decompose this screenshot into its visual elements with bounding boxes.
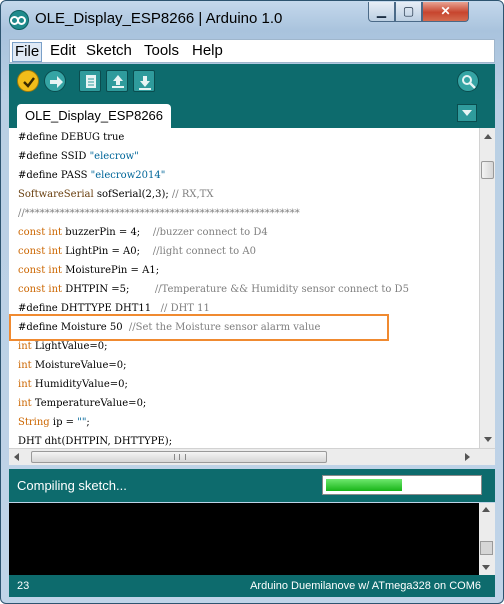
footer-bar: 23 Arduino Duemilanove w/ ATmega328 on C… [9,575,495,597]
vertical-scroll-thumb[interactable] [481,161,494,179]
code-line[interactable]: //**************************************… [18,205,300,223]
scroll-right-icon[interactable] [465,453,470,461]
console-scroll-up-icon[interactable] [482,507,490,512]
code-editor[interactable]: #define DEBUG true #define SSID "elecrow"… [9,128,479,448]
code-line[interactable]: const int LightPin = A0; //light connect… [18,243,256,261]
window-title: OLE_Display_ESP8266 | Arduino 1.0 [35,10,283,27]
board-info: Arduino Duemilanove w/ ATmega328 on COM6 [250,580,481,592]
scroll-up-icon[interactable] [481,130,495,144]
serial-monitor-icon[interactable] [457,70,479,92]
code-line[interactable]: const int DHTPIN =5; //Temperature && Hu… [18,281,409,299]
code-line[interactable]: #define SSID "elecrow" [18,148,139,166]
code-line[interactable]: int HumidityValue=0; [18,376,128,394]
progress-fill [326,479,402,491]
maximize-button[interactable]: ▢ [395,2,422,22]
open-icon[interactable] [106,70,128,92]
minimize-button[interactable]: ▁ [368,2,395,22]
scroll-down-icon[interactable] [481,432,495,446]
toolbar [9,64,495,98]
arduino-logo-icon [9,10,29,30]
menu-sketch[interactable]: Sketch [84,42,134,60]
console-scroll-thumb[interactable] [480,541,493,555]
code-line[interactable]: DHT dht(DHTPIN, DHTTYPE); [18,433,172,448]
menu-edit[interactable]: Edit [48,42,78,60]
menu-tools[interactable]: Tools [142,42,181,60]
code-line[interactable]: String ip = ""; [18,414,90,432]
menu-help[interactable]: Help [190,42,225,60]
menu-bar: File Edit Sketch Tools Help [9,39,495,63]
save-icon[interactable] [133,70,155,92]
menu-file[interactable]: File [12,42,43,62]
tab-menu-arrow-icon[interactable] [457,104,477,122]
code-line[interactable]: int TemperatureValue=0; [18,395,146,413]
editor-horizontal-scrollbar[interactable] [9,448,495,465]
console-output[interactable] [9,503,495,575]
upload-icon[interactable] [44,70,66,92]
close-button[interactable]: ✕ [422,2,469,22]
code-line[interactable]: int MoistureValue=0; [18,357,127,375]
status-message: Compiling sketch... [17,478,127,493]
code-line[interactable]: #define DEBUG true [18,129,124,147]
editor-vertical-scrollbar[interactable] [479,128,495,448]
compile-progress-bar [322,475,482,495]
highlight-annotation [9,314,389,341]
verify-icon[interactable] [17,70,39,92]
new-icon[interactable] [79,70,101,92]
code-line[interactable]: const int buzzerPin = 4; //buzzer connec… [18,224,268,242]
title-bar: OLE_Display_ESP8266 | Arduino 1.0 ▁ ▢ ✕ [1,1,503,37]
console-scroll-down-icon[interactable] [482,565,490,570]
tab-strip: OLE_Display_ESP8266 [9,98,495,128]
code-line[interactable]: #define PASS "elecrow2014" [18,167,165,185]
horizontal-scroll-thumb[interactable] [31,451,327,463]
code-line[interactable]: const int MoisturePin = A1; [18,262,159,280]
scroll-left-icon[interactable] [14,453,19,461]
status-bar: Compiling sketch... [9,469,495,502]
console-scrollbar[interactable] [479,503,495,575]
line-number: 23 [17,580,30,592]
grip-icon [174,454,186,460]
code-line[interactable]: SoftwareSerial sofSerial(2,3); // RX,TX [18,186,213,204]
arduino-window: OLE_Display_ESP8266 | Arduino 1.0 ▁ ▢ ✕ … [0,0,504,604]
tab-sketch[interactable]: OLE_Display_ESP8266 [17,104,171,128]
